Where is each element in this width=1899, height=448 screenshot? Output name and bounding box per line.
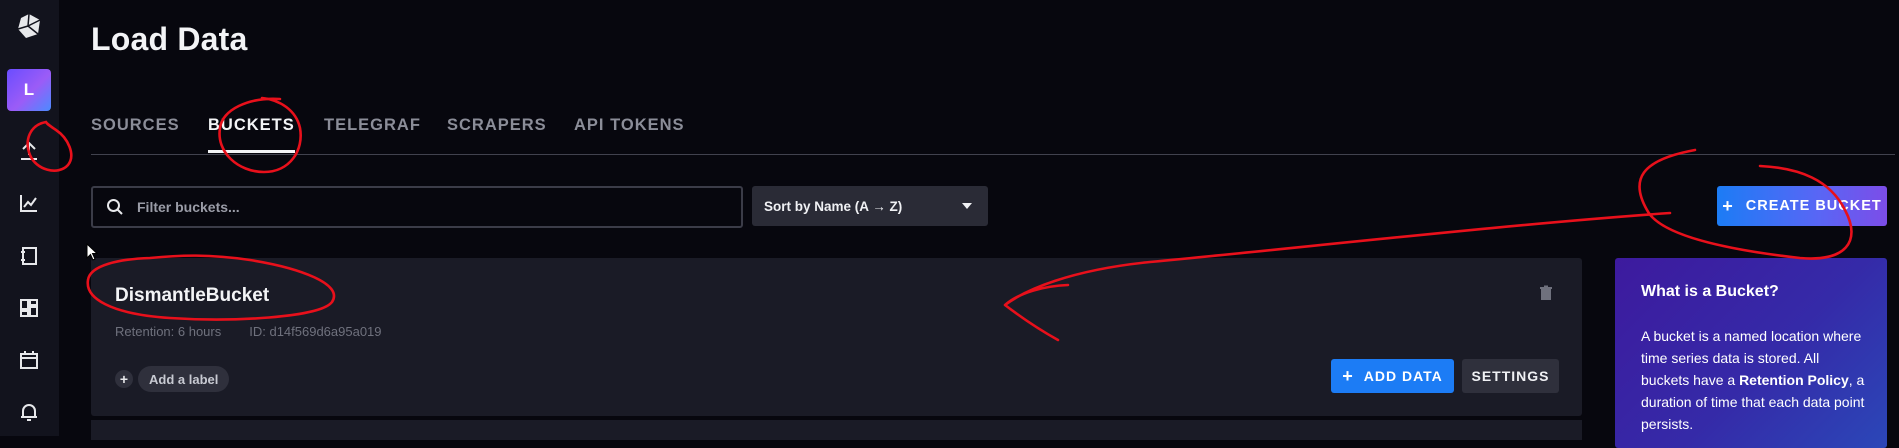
add-label-plus-icon[interactable]: + <box>115 370 133 388</box>
page-title: Load Data <box>91 21 248 57</box>
caret-down-icon <box>962 203 972 209</box>
org-avatar[interactable]: L <box>7 69 51 111</box>
tab-buckets[interactable]: BUCKETS <box>208 116 295 153</box>
label-row: + Add a label <box>115 366 230 392</box>
create-bucket-label: CREATE BUCKET <box>1745 198 1882 214</box>
info-panel: What is a Bucket? A bucket is a named lo… <box>1615 258 1887 448</box>
info-body: A bucket is a named location where time … <box>1641 325 1871 435</box>
add-data-label: ADD DATA <box>1363 368 1443 384</box>
mouse-cursor-icon <box>86 243 98 261</box>
bucket-card: DismantleBucket Retention: 6 hours ID: d1… <box>91 258 1582 416</box>
graph-icon[interactable] <box>14 188 44 218</box>
bucket-card-next <box>91 420 1582 440</box>
upload-icon[interactable] <box>14 136 44 166</box>
add-label-button[interactable]: Add a label <box>138 366 230 392</box>
tab-scrapers[interactable]: SCRAPERS <box>447 116 547 135</box>
search-icon <box>107 199 123 215</box>
bucket-meta: Retention: 6 hours ID: d14f569d6a95a019 <box>115 324 382 339</box>
search-box <box>91 186 743 228</box>
dashboard-icon[interactable] <box>14 293 44 323</box>
tab-sources[interactable]: SOURCES <box>91 116 180 135</box>
sort-label: Sort by Name (A → Z) <box>764 198 903 214</box>
info-title: What is a Bucket? <box>1641 283 1779 300</box>
add-data-button[interactable]: + ADD DATA <box>1331 359 1454 393</box>
bell-icon[interactable] <box>14 397 44 427</box>
tab-telegraf[interactable]: TELEGRAF <box>324 116 421 135</box>
plus-icon: + <box>1722 195 1734 216</box>
bucket-id: ID: d14f569d6a95a019 <box>249 324 382 339</box>
plus-icon: + <box>1342 365 1354 386</box>
retention-policy-term: Retention Policy <box>1739 372 1849 388</box>
sort-dropdown[interactable]: Sort by Name (A → Z) <box>752 186 988 226</box>
notebook-icon[interactable] <box>14 241 44 271</box>
influx-logo-icon[interactable] <box>15 12 43 40</box>
tab-api-tokens[interactable]: API TOKENS <box>574 116 685 135</box>
settings-button[interactable]: SETTINGS <box>1462 359 1559 393</box>
create-bucket-button[interactable]: + CREATE BUCKET <box>1717 186 1887 226</box>
search-input[interactable] <box>135 198 719 216</box>
bucket-retention: Retention: 6 hours <box>115 324 222 339</box>
calendar-icon[interactable] <box>14 345 44 375</box>
sidebar: L <box>0 0 59 436</box>
trash-icon[interactable] <box>1538 285 1554 301</box>
tab-bar: SOURCES BUCKETS TELEGRAF SCRAPERS API TO… <box>91 112 1895 155</box>
main-content: Load Data SOURCES BUCKETS TELEGRAF SCRAP… <box>91 0 1899 448</box>
bucket-name[interactable]: DismantleBucket <box>115 285 269 307</box>
